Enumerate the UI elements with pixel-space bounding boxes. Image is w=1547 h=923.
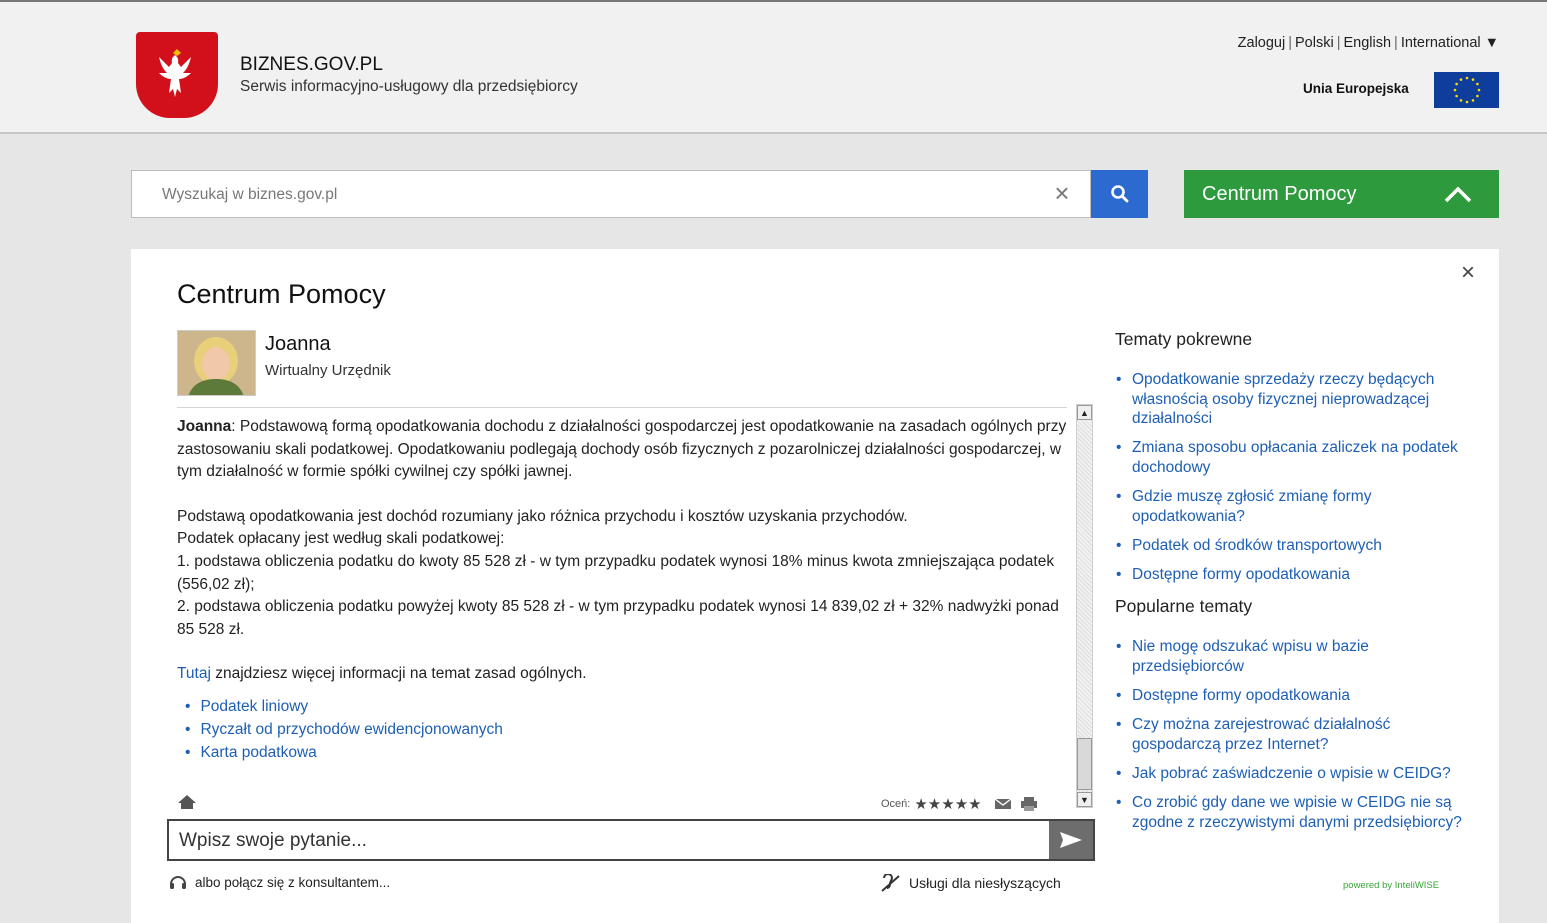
search-input[interactable]	[162, 183, 1022, 207]
send-button[interactable]	[1049, 821, 1093, 859]
send-icon	[1060, 832, 1082, 848]
scroll-down-arrow-icon[interactable]: ▼	[1077, 792, 1092, 807]
help-center-toggle-button[interactable]: Centrum Pomocy	[1184, 170, 1499, 218]
help-center-label: Centrum Pomocy	[1202, 182, 1357, 205]
rating-stars[interactable]: ★★★★★	[914, 795, 981, 813]
brand-subtitle: Serwis informacyjno-usługowy dla przedsi…	[240, 78, 578, 95]
agent-role: Wirtualny Urzędnik	[265, 362, 391, 379]
link-lump-sum[interactable]: Ryczałt od przychodów ewidencjonowanych	[185, 718, 1067, 741]
message-line: Podatek opłacany jest według skali podat…	[177, 530, 505, 548]
related-topic-item[interactable]: Dostępne formy opodatkowania	[1115, 565, 1475, 585]
message-line: Podstawą opodatkowania jest dochód rozum…	[177, 507, 908, 525]
search-button[interactable]	[1091, 170, 1148, 218]
brand-title[interactable]: BIZNES.GOV.PL	[240, 54, 383, 76]
polish-eagle-emblem-icon[interactable]	[136, 32, 218, 118]
login-link[interactable]: Zaloguj	[1238, 35, 1286, 51]
popular-topic-item[interactable]: Dostępne formy opodatkowania	[1115, 686, 1475, 706]
more-info-text: znajdziesz więcej informacji na temat za…	[210, 665, 587, 683]
top-navigation: Zaloguj | Polski | English | International ▼	[1237, 35, 1499, 51]
link-flat-tax[interactable]: Podatek liniowy	[185, 695, 1067, 718]
headset-icon	[170, 876, 186, 889]
message-line: 2. podstawa obliczenia podatku powyżej k…	[177, 598, 1059, 638]
more-info-link[interactable]: Tutaj	[177, 665, 211, 682]
message-intro-text: : Podstawową formą opodatkowania dochodu…	[177, 418, 1067, 481]
message-more: Tutaj znajdziesz więcej informacji na te…	[177, 663, 1067, 686]
related-topic-item[interactable]: Opodatkowanie sprzedaży rzeczy będących …	[1115, 370, 1475, 429]
rating-bar: Oceń: ★★★★★	[881, 795, 1038, 813]
deaf-services-text: Usługi dla niesłyszących	[909, 875, 1061, 891]
popular-topic-item[interactable]: Co zrobić gdy dane we wpisie w CEIDG nie…	[1115, 793, 1475, 832]
email-icon[interactable]	[994, 798, 1012, 810]
popular-topic-item[interactable]: Nie mogę odszukać wpisu w bazie przedsię…	[1115, 637, 1475, 676]
related-topic-item[interactable]: Zmiana sposobu opłacania zaliczek na pod…	[1115, 438, 1475, 477]
consultant-text: albo połącz się z konsultantem...	[195, 874, 391, 890]
popular-topics-list: Nie mogę odszukać wpisu w bazie przedsię…	[1115, 637, 1475, 832]
link-tax-card[interactable]: Karta podatkowa	[185, 741, 1067, 764]
home-icon[interactable]	[177, 794, 197, 815]
agent-avatar	[177, 330, 256, 396]
popular-topics-title: Popularne tematy	[1115, 596, 1253, 617]
popular-topic-item[interactable]: Jak pobrać zaświadczenie o wpisie w CEID…	[1115, 764, 1475, 784]
related-topic-item[interactable]: Gdzie muszę zgłosić zmianę formy opodatk…	[1115, 487, 1475, 526]
chevron-up-icon	[1444, 186, 1472, 203]
help-center-panel: × Centrum Pomocy Joanna Wirtualny Urzędn…	[131, 249, 1499, 923]
chat-scrollbar[interactable]: ▲ ▼	[1076, 404, 1093, 808]
related-topic-item[interactable]: Podatek od środków transportowych	[1115, 536, 1475, 556]
lang-english-link[interactable]: English	[1343, 35, 1391, 51]
rating-label: Oceń:	[881, 798, 911, 810]
agent-name: Joanna	[265, 333, 331, 355]
lang-polish-link[interactable]: Polski	[1295, 35, 1334, 51]
message-speaker: Joanna	[177, 418, 232, 435]
question-box	[167, 819, 1095, 861]
eu-flag-icon	[1434, 72, 1499, 108]
powered-by-label[interactable]: powered by InteliWISE	[1343, 880, 1439, 891]
message-line: 1. podstawa obliczenia podatku do kwoty …	[177, 552, 1055, 593]
scroll-thumb[interactable]	[1077, 738, 1092, 790]
related-topics-list: Opodatkowanie sprzedaży rzeczy będących …	[1115, 370, 1475, 584]
clear-search-icon[interactable]: ×	[1050, 180, 1074, 207]
panel-title: Centrum Pomocy	[177, 279, 386, 309]
international-dropdown[interactable]: International ▼	[1401, 35, 1499, 51]
site-header: BIZNES.GOV.PL Serwis informacyjno-usługo…	[0, 0, 1547, 134]
print-icon[interactable]	[1020, 797, 1038, 811]
search-box	[131, 170, 1091, 218]
deaf-services-link[interactable]: Usługi dla niesłyszących	[881, 874, 1061, 892]
close-icon[interactable]: ×	[1461, 259, 1475, 287]
popular-topic-item[interactable]: Czy można zarejestrować działalność gosp…	[1115, 715, 1475, 754]
message-intro: Joanna: Podstawową formą opodatkowania d…	[177, 416, 1067, 484]
eu-label: Unia Europejska	[1303, 81, 1409, 96]
message-link-list: Podatek liniowy Ryczałt od przychodów ew…	[177, 695, 1067, 764]
related-topics-title: Tematy pokrewne	[1115, 329, 1253, 349]
chat-transcript: Joanna: Podstawową formą opodatkowania d…	[177, 407, 1067, 809]
related-topics-sidebar: Tematy pokrewne Opodatkowanie sprzedaży …	[1115, 329, 1475, 842]
consultant-link[interactable]: albo połącz się z konsultantem...	[169, 874, 390, 890]
hearing-impaired-icon	[881, 874, 900, 892]
question-input[interactable]	[179, 829, 1039, 853]
scroll-up-arrow-icon[interactable]: ▲	[1077, 405, 1092, 420]
search-icon	[1110, 185, 1128, 203]
